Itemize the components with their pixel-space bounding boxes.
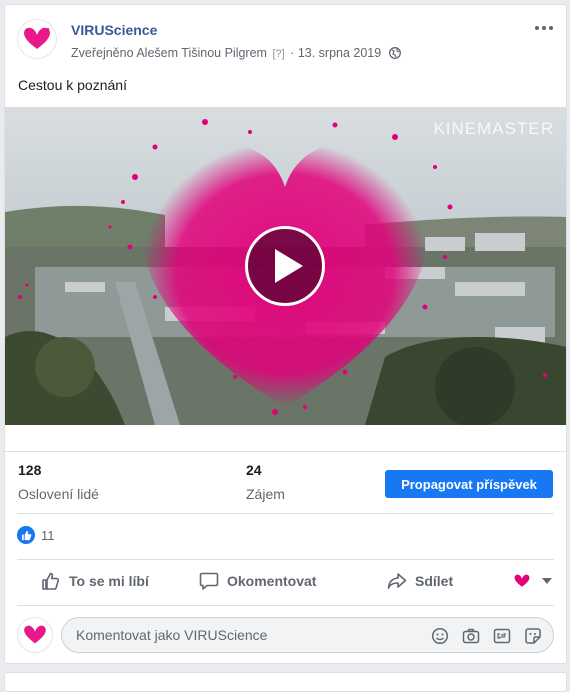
meta-separator: · [290, 46, 295, 60]
more-options-icon[interactable] [534, 21, 554, 35]
gif-icon[interactable] [493, 627, 511, 645]
heart-logo-icon [24, 27, 50, 49]
comment-button-label: Okomentovat [227, 573, 317, 589]
post-actions: To se mi líbí Okomentovat Sdílet [17, 563, 554, 599]
post-as-selector[interactable] [514, 563, 552, 599]
comment-icon [199, 572, 219, 590]
video-watermark: KINEMASTER [433, 119, 554, 138]
reactions-summary[interactable]: 11 [17, 523, 55, 547]
author-link[interactable]: Alešem Tišinou Pilgrem [136, 46, 267, 60]
engagement-label: Zájem [246, 486, 285, 502]
like-reaction-icon [17, 526, 35, 544]
divider [17, 605, 554, 606]
share-button-label: Sdílet [415, 573, 454, 589]
post-text: Cestou k poznání [18, 77, 127, 93]
post-header: VIRUScience Zveřejněno Alešem Tišinou Pi… [17, 19, 554, 63]
engagement-stat: 24 Zájem [246, 462, 285, 502]
camera-icon[interactable] [462, 627, 480, 645]
divider [17, 513, 554, 514]
post-card: VIRUScience Zveřejněno Alešem Tišinou Pi… [4, 4, 567, 664]
comment-composer [17, 615, 554, 655]
like-button[interactable]: To se mi líbí [41, 563, 149, 599]
globe-icon[interactable] [388, 47, 401, 62]
emoji-icon[interactable] [431, 627, 449, 645]
promote-post-button[interactable]: Propagovat příspěvek [385, 470, 553, 498]
like-button-label: To se mi líbí [69, 573, 149, 589]
caret-down-icon [542, 578, 552, 584]
play-button[interactable] [245, 226, 325, 306]
heart-logo-icon [514, 574, 530, 587]
comment-button[interactable]: Okomentovat [199, 563, 316, 599]
post-meta: Zveřejněno Alešem Tišinou Pilgrem [?] · … [71, 46, 401, 62]
sticker-icon[interactable] [524, 627, 542, 645]
reach-label: Oslovení lidé [18, 486, 99, 502]
page-name-link[interactable]: VIRUScience [71, 22, 157, 38]
share-button[interactable]: Sdílet [387, 563, 453, 599]
post-date-link[interactable]: 13. srpna 2019 [298, 46, 381, 60]
post-insights: 128 Oslovení lidé 24 Zájem Propagovat př… [5, 451, 566, 514]
divider [17, 559, 554, 560]
reaction-count: 11 [41, 527, 55, 543]
thumbs-up-icon [42, 572, 60, 590]
composer-avatar [17, 617, 53, 653]
reach-value: 128 [18, 462, 42, 478]
reach-stat: 128 Oslovení lidé [18, 462, 99, 502]
composer-tools [431, 627, 542, 645]
share-icon [387, 573, 407, 589]
next-post-card [4, 672, 567, 692]
published-prefix: Zveřejněno [71, 46, 134, 60]
play-icon [275, 249, 303, 283]
engagement-value: 24 [246, 462, 262, 478]
help-marker[interactable]: [?] [272, 48, 284, 60]
page-avatar[interactable] [17, 19, 57, 59]
heart-logo-icon [24, 625, 46, 644]
video-player[interactable]: KINEMASTER [5, 107, 566, 425]
